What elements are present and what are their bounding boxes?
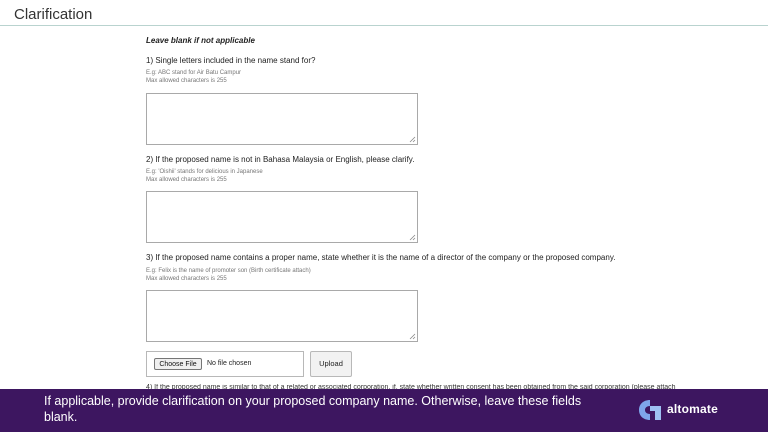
choose-file-button[interactable]: Choose File (154, 358, 202, 370)
question-3-example: E.g: Felix is the name of promoter son (… (146, 268, 311, 274)
file-input[interactable]: Choose File No file chosen (146, 351, 304, 377)
caption-text: If applicable, provide clarification on … (44, 394, 582, 424)
question-1-label: 1) Single letters included in the name s… (146, 56, 316, 65)
question-2-textarea[interactable] (146, 191, 418, 243)
caption-banner: If applicable, provide clarification on … (0, 389, 768, 432)
clarification-form: Leave blank if not applicable (146, 36, 746, 45)
form-intro: Leave blank if not applicable (146, 36, 255, 45)
title-divider (0, 25, 768, 26)
file-status: No file chosen (207, 360, 252, 367)
question-3-textarea[interactable] (146, 290, 418, 342)
question-2-label: 2) If the proposed name is not in Bahasa… (146, 155, 415, 164)
question-3-limit: Max allowed characters is 255 (146, 276, 227, 282)
question-3-label: 3) If the proposed name contains a prope… (146, 253, 616, 262)
altomate-logo-icon (639, 400, 661, 420)
question-1-example: E.g: ABC stand for Air Batu Campur (146, 70, 242, 76)
page-title: Clarification (14, 6, 93, 23)
question-2-example: E.g: 'Oishii' stands for delicious in Ja… (146, 169, 263, 175)
question-2-limit: Max allowed characters is 255 (146, 177, 227, 183)
question-1-textarea[interactable] (146, 93, 418, 145)
resize-grip-icon[interactable] (409, 333, 416, 340)
brand-name: altomate (667, 402, 718, 416)
resize-grip-icon[interactable] (409, 234, 416, 241)
question-1-limit: Max allowed characters is 255 (146, 78, 227, 84)
upload-button[interactable]: Upload (310, 351, 352, 377)
resize-grip-icon[interactable] (409, 136, 416, 143)
